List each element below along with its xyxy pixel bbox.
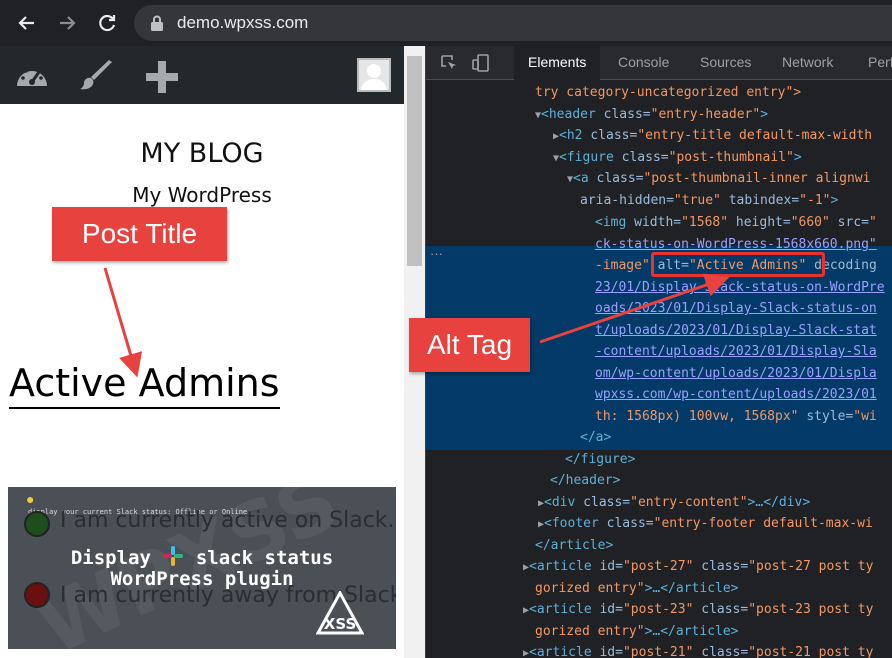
device-toolbar-icon[interactable] (472, 54, 490, 72)
away-status-dot (24, 582, 50, 608)
site-tagline: My WordPress (132, 183, 272, 207)
lock-icon[interactable] (150, 15, 164, 31)
post-title-callout: Post Title (52, 207, 227, 261)
code-line[interactable]: </a> (426, 427, 892, 448)
code-line[interactable]: ▶<article id="post-21" class="post-21 po… (426, 642, 892, 658)
browser-toolbar: demo.wpxss.com (0, 0, 892, 46)
wpxss-logo: XSS (315, 589, 365, 635)
wp-admin-bar (0, 46, 404, 104)
srcset-line[interactable]: oads/2023/01/Display-Slack-status-on (426, 298, 892, 319)
code-line[interactable]: </figure> (426, 449, 892, 470)
code-line[interactable]: gorized entry">…</article> (426, 578, 892, 599)
tab-network[interactable]: Network (782, 54, 833, 70)
back-arrow-icon[interactable] (16, 12, 38, 34)
code-line[interactable]: ▶<article id="post-27" class="post-27 po… (426, 556, 892, 577)
post-thumbnail[interactable]: WPXSS ● display your current Slack statu… (8, 487, 396, 649)
code-line[interactable]: try category-uncategorized entry"> (426, 82, 892, 103)
dashboard-icon[interactable] (14, 60, 50, 95)
tab-console[interactable]: Console (618, 54, 669, 70)
customize-brush-icon[interactable] (80, 60, 114, 97)
devtools-tabbar: Elements Console Sources Network Perf (426, 46, 892, 80)
code-line[interactable]: ▶<article id="post-23" class="post-23 po… (426, 599, 892, 620)
tab-performance[interactable]: Perf (868, 54, 892, 70)
post-title-link[interactable]: Active Admins (9, 361, 280, 409)
code-line[interactable]: gorized entry">…</article> (426, 621, 892, 642)
alt-attribute-highlight-box (651, 252, 825, 277)
code-line[interactable]: ▼<header class="entry-header"> (426, 104, 892, 125)
active-status-dot (24, 511, 50, 537)
headline-status: status (264, 547, 334, 569)
tab-elements[interactable]: Elements (514, 46, 601, 80)
tab-sources[interactable]: Sources (700, 54, 751, 70)
headline-slack: slack (195, 547, 254, 569)
code-line[interactable]: ▶<h2 class="entry-title default-max-widt… (426, 125, 892, 146)
code-line[interactable]: ▶<div class="entry-content">…</div> (426, 492, 892, 513)
code-line-img[interactable]: <img width="1568" height="660" src=" (426, 212, 892, 233)
ghost-active-text: I am currently active on Slack. (60, 508, 395, 533)
inspect-element-icon[interactable] (440, 54, 458, 72)
web-page: MY BLOG My WordPress Active Admins WPXSS… (0, 46, 404, 658)
srcset-line[interactable]: 23/01/Display-Slack-status-on-WordPre (426, 277, 892, 298)
avatar[interactable] (357, 58, 391, 92)
address-bar[interactable]: demo.wpxss.com (134, 5, 892, 41)
svg-text:XSS: XSS (324, 615, 357, 633)
code-line[interactable]: </header> (426, 470, 892, 491)
srcset-line[interactable]: wpxss.com/wp-content/uploads/2023/01 (426, 384, 892, 405)
code-line[interactable]: aria-hidden="true" tabindex="-1"> (426, 190, 892, 211)
code-line[interactable]: ▼<a class="post-thumbnail-inner alignwi (426, 168, 892, 189)
code-line[interactable]: ▼<figure class="post-thumbnail"> (426, 147, 892, 168)
code-line[interactable]: th: 1568px) 100vw, 1568px" style="wi (426, 406, 892, 427)
url-text[interactable]: demo.wpxss.com (177, 13, 308, 33)
lightbulb-icon: ● (26, 491, 35, 507)
forward-arrow-icon[interactable] (56, 12, 78, 34)
code-line[interactable]: ▶<footer class="entry-footer default-max… (426, 513, 892, 534)
site-title[interactable]: MY BLOG (0, 138, 404, 169)
code-line[interactable]: </article> (426, 535, 892, 556)
alt-tag-callout: Alt Tag (409, 318, 530, 372)
headline-display: Display (70, 547, 151, 569)
reload-icon[interactable] (96, 12, 118, 34)
new-content-plus-icon[interactable] (145, 60, 179, 99)
scrollbar-thumb[interactable] (407, 56, 422, 266)
